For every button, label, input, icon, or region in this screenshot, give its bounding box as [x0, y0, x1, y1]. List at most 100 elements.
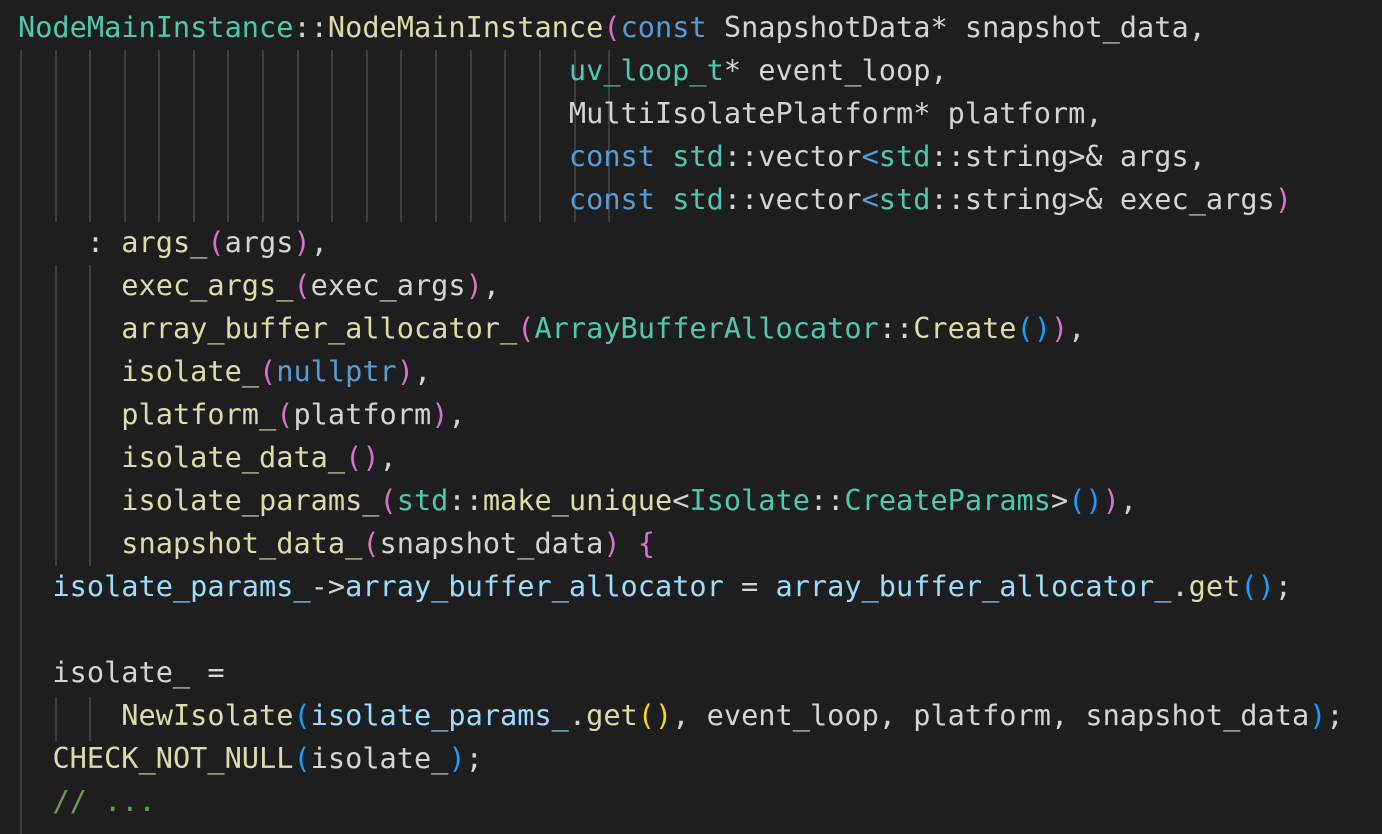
code-token: (: [345, 440, 363, 474]
code-token: MultiIsolatePlatform: [568, 96, 914, 130]
code-line: exec_args_(exec_args),: [18, 264, 500, 307]
code-token: vector: [758, 182, 862, 216]
code-line: platform_(platform),: [18, 393, 466, 436]
code-token: ;: [1274, 569, 1292, 603]
code-token: ::: [930, 139, 965, 173]
code-token: (: [276, 397, 294, 431]
code-token: ,: [448, 397, 466, 431]
code-token: ,: [1119, 483, 1138, 517]
code-token: platform,: [930, 96, 1103, 130]
code-token: isolate_params_: [52, 569, 311, 603]
code-token: const: [568, 182, 655, 216]
code-token: ::: [448, 483, 483, 517]
code-token: (: [603, 10, 621, 44]
code-token: *: [723, 53, 742, 87]
code-token: ,: [413, 354, 432, 388]
code-line: NodeMainInstance::NodeMainInstance(const…: [18, 6, 1206, 49]
code-token: (: [1068, 483, 1086, 517]
code-token: std: [878, 139, 931, 173]
code-token: {: [637, 526, 655, 560]
code-line: const std::vector<std::string>& exec_arg…: [18, 178, 1292, 221]
code-token: ): [655, 698, 673, 732]
code-token: *: [913, 96, 931, 130]
code-token: , event_loop, platform, snapshot_data: [672, 698, 1310, 732]
code-token: ::: [878, 311, 914, 345]
code-line: isolate_ =: [18, 651, 225, 694]
code-token: (: [637, 698, 655, 732]
code-token: =: [723, 569, 776, 603]
code-line: array_buffer_allocator_(ArrayBufferAlloc…: [18, 307, 1085, 350]
code-editor[interactable]: NodeMainInstance::NodeMainInstance(const…: [0, 0, 1382, 834]
code-token: NewIsolate: [121, 698, 294, 732]
code-token: :: [18, 225, 122, 259]
code-token: ->: [310, 569, 346, 603]
code-line: MultiIsolatePlatform* platform,: [18, 92, 1103, 135]
code-token: platform: [293, 397, 432, 431]
code-token: ): [1309, 698, 1327, 732]
code-token: NodeMainInstance: [18, 10, 294, 44]
code-token: isolate_params_: [310, 698, 569, 732]
code-token: isolate_data_: [121, 440, 346, 474]
code-token: string: [964, 182, 1069, 216]
code-token: ): [465, 268, 483, 302]
code-token: .: [1171, 569, 1189, 603]
code-token: ): [396, 354, 414, 388]
code-token: exec_args_: [121, 268, 294, 302]
code-token: (: [517, 311, 535, 345]
code-token: SnapshotData: [706, 10, 931, 44]
code-token: Create: [913, 311, 1017, 345]
code-token: .: [568, 698, 587, 732]
code-token: ::: [723, 182, 759, 216]
code-token: isolate_ =: [18, 655, 225, 689]
code-token: isolate_: [121, 354, 260, 388]
code-token: ,: [1068, 311, 1086, 345]
code-line: isolate_(nullptr),: [18, 350, 431, 393]
code-token: get: [586, 698, 638, 732]
code-token: ,: [379, 440, 397, 474]
code-token: nullptr: [276, 354, 397, 388]
code-token: array_buffer_allocator_: [775, 569, 1172, 603]
code-token: <: [861, 139, 879, 173]
code-token: *: [930, 10, 948, 44]
code-token: ): [1257, 569, 1275, 603]
code-token: ::: [809, 483, 845, 517]
code-token: ): [431, 397, 449, 431]
code-token: (: [207, 225, 225, 259]
code-token: ::: [293, 10, 328, 44]
code-token: (: [379, 483, 397, 517]
code-line: NewIsolate(isolate_params_.get(), event_…: [18, 694, 1344, 737]
code-token: ): [362, 440, 380, 474]
code-token: args: [224, 225, 294, 259]
code-token: CHECK_NOT_NULL: [52, 741, 294, 775]
code-line: isolate_params_(std::make_unique<Isolate…: [18, 479, 1137, 522]
code-token: ): [1102, 483, 1120, 517]
code-token: vector: [758, 139, 862, 173]
code-token: ;: [1326, 698, 1344, 732]
code-token: ,: [310, 225, 328, 259]
code-token: ): [448, 741, 466, 775]
code-token: (: [293, 268, 311, 302]
code-line: isolate_params_->array_buffer_allocator …: [18, 565, 1292, 608]
code-token: platform_: [121, 397, 277, 431]
code-line: : args_(args),: [18, 221, 328, 264]
code-token: snapshot_data_: [121, 526, 363, 560]
code-token: Isolate: [689, 483, 810, 517]
code-token: get: [1188, 569, 1241, 603]
code-line: snapshot_data_(snapshot_data) {: [18, 522, 655, 565]
code-token: isolate_: [310, 741, 449, 775]
code-token: // ...: [52, 784, 156, 818]
code-token: make_unique: [482, 483, 673, 517]
